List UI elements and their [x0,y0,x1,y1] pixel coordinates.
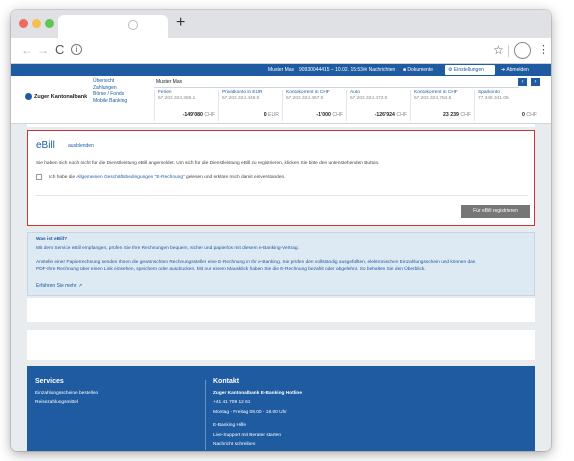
services-column: Services Einzahlungsscheine bestellen Re… [35,378,98,408]
main-nav: Übersicht Zahlungen Börse / Fonds Mobile… [93,78,127,104]
hotline-phone[interactable]: +41 41 709 12 61 [213,398,302,407]
logo-icon [25,93,32,100]
account-tile[interactable]: Kontokorrent in CHF 57.202.324.784.5 23 … [410,90,474,121]
account-tile[interactable]: Auto 57.202.324.473.0 -126'924 CHF [346,90,410,121]
toolbar-divider [508,45,509,57]
page-spacer [27,124,535,127]
bookmark-star-icon[interactable]: ☆ [493,43,504,57]
hide-ebill-link[interactable]: ausblenden [68,143,94,149]
maximize-window-button[interactable] [45,19,54,28]
close-icon[interactable] [128,20,138,30]
browser-tab[interactable] [58,15,168,38]
new-tab-button[interactable]: + [176,14,185,32]
back-arrow-icon[interactable]: ← [21,43,33,57]
minimize-window-button[interactable] [32,19,41,28]
terms-label: Ich habe die Allgemeinen Geschäftsbeding… [49,175,286,180]
live-support-link[interactable]: Live-Support mit Berater starten [213,431,302,440]
service-bar: Muster Max 90930044415 – 10.02. 15:53 ✉ … [11,64,551,76]
page-footer: Services Einzahlungsscheine bestellen Re… [27,366,535,451]
close-window-button[interactable] [19,19,28,28]
ebill-info-box: Was ist eBill? Mit dem Service eBill emp… [27,232,535,296]
contact-column: Kontakt Zuger Kantonalbank E-Banking Hot… [213,378,302,449]
reload-button[interactable]: C [55,42,64,57]
forward-arrow-icon[interactable]: → [37,43,49,57]
browser-tabbar: + [11,10,551,38]
account-tile[interactable]: Ferien 57.202.324.366.1 -149'080 CHF [154,90,218,121]
messages-link[interactable]: ✉ Nachrichten [363,67,395,73]
divider [154,87,519,88]
hotline-label: Zuger Kantonalbank E-Banking Hotline [213,391,303,396]
nav-mobile-banking[interactable]: Mobile Banking [93,98,127,105]
browser-window: + ← → C i ☆ ⋮ Muster Max 90930044415 – 1… [11,10,551,451]
nav-stocks[interactable]: Börse / Fonds [93,91,127,98]
documents-link[interactable]: ■ Dokumente [403,67,433,73]
session-info: 90930044415 – 10.02. 15:53 [299,67,363,73]
empty-panel [27,330,535,360]
travel-money-link[interactable]: Reisezahlungsmittel [35,398,98,407]
write-message-link[interactable]: Nachricht schreiben [213,440,302,449]
chevron-left-icon[interactable]: ‹ [518,78,527,86]
bank-logo[interactable]: Zuger Kantonalbank [25,93,87,100]
terms-link[interactable]: Allgemeinen Geschäftsbedingungen "E-Rech… [76,175,184,180]
info-icon[interactable]: i [71,44,82,55]
ebill-description: Sie haben sich noch nicht für die Dienst… [36,161,380,166]
ebill-title: eBill [36,140,55,151]
order-slips-link[interactable]: Einzahlungsscheine bestellen [35,389,98,398]
divider [36,195,528,196]
profile-avatar-icon[interactable] [514,42,531,59]
learn-more-link[interactable]: Erfahren Sie mehr ↗ [36,283,82,289]
contact-title: Kontakt [213,378,240,385]
settings-link[interactable]: ⚙ Einstellungen [445,65,495,75]
divider [205,380,206,450]
account-tile[interactable]: Sparkonto 77.346.341.06 0 CHF [474,90,540,121]
ebill-card: eBill ausblenden Sie haben sich noch nic… [27,130,535,226]
empty-panel [27,298,535,322]
browser-toolbar: ← → C i ☆ ⋮ [11,38,551,64]
account-owner: Muster Max [156,79,183,85]
external-link-icon: ↗ [77,283,83,289]
logout-link[interactable]: ➜ Abmelden [501,67,529,73]
info-lead: Mit dem Service eBill empfangen, prüfen … [36,246,299,251]
chevron-right-icon[interactable]: › [531,78,540,86]
session-user: Muster Max [268,67,295,73]
kebab-menu-icon[interactable]: ⋮ [538,43,549,56]
account-tile[interactable]: Privatkonto in EUR 57.202.324.448.0 0 EU… [218,90,282,121]
info-body: Anstelle einer Papierrechnung senden Ihn… [36,260,476,272]
account-header: Zuger Kantonalbank Übersicht Zahlungen B… [11,76,551,124]
info-title: Was ist eBill? [36,237,68,242]
help-link[interactable]: E-Banking Hilfe [213,421,302,430]
account-tile[interactable]: Kontokorrent in CHF 57.202.324.467.0 -1'… [282,90,346,121]
register-ebill-button[interactable]: Für eBill registrieren [461,205,530,218]
opening-hours: Montag - Freitag 08.00 - 18.00 Uhr [213,409,287,415]
terms-checkbox[interactable] [36,174,42,180]
services-title: Services [35,378,64,385]
